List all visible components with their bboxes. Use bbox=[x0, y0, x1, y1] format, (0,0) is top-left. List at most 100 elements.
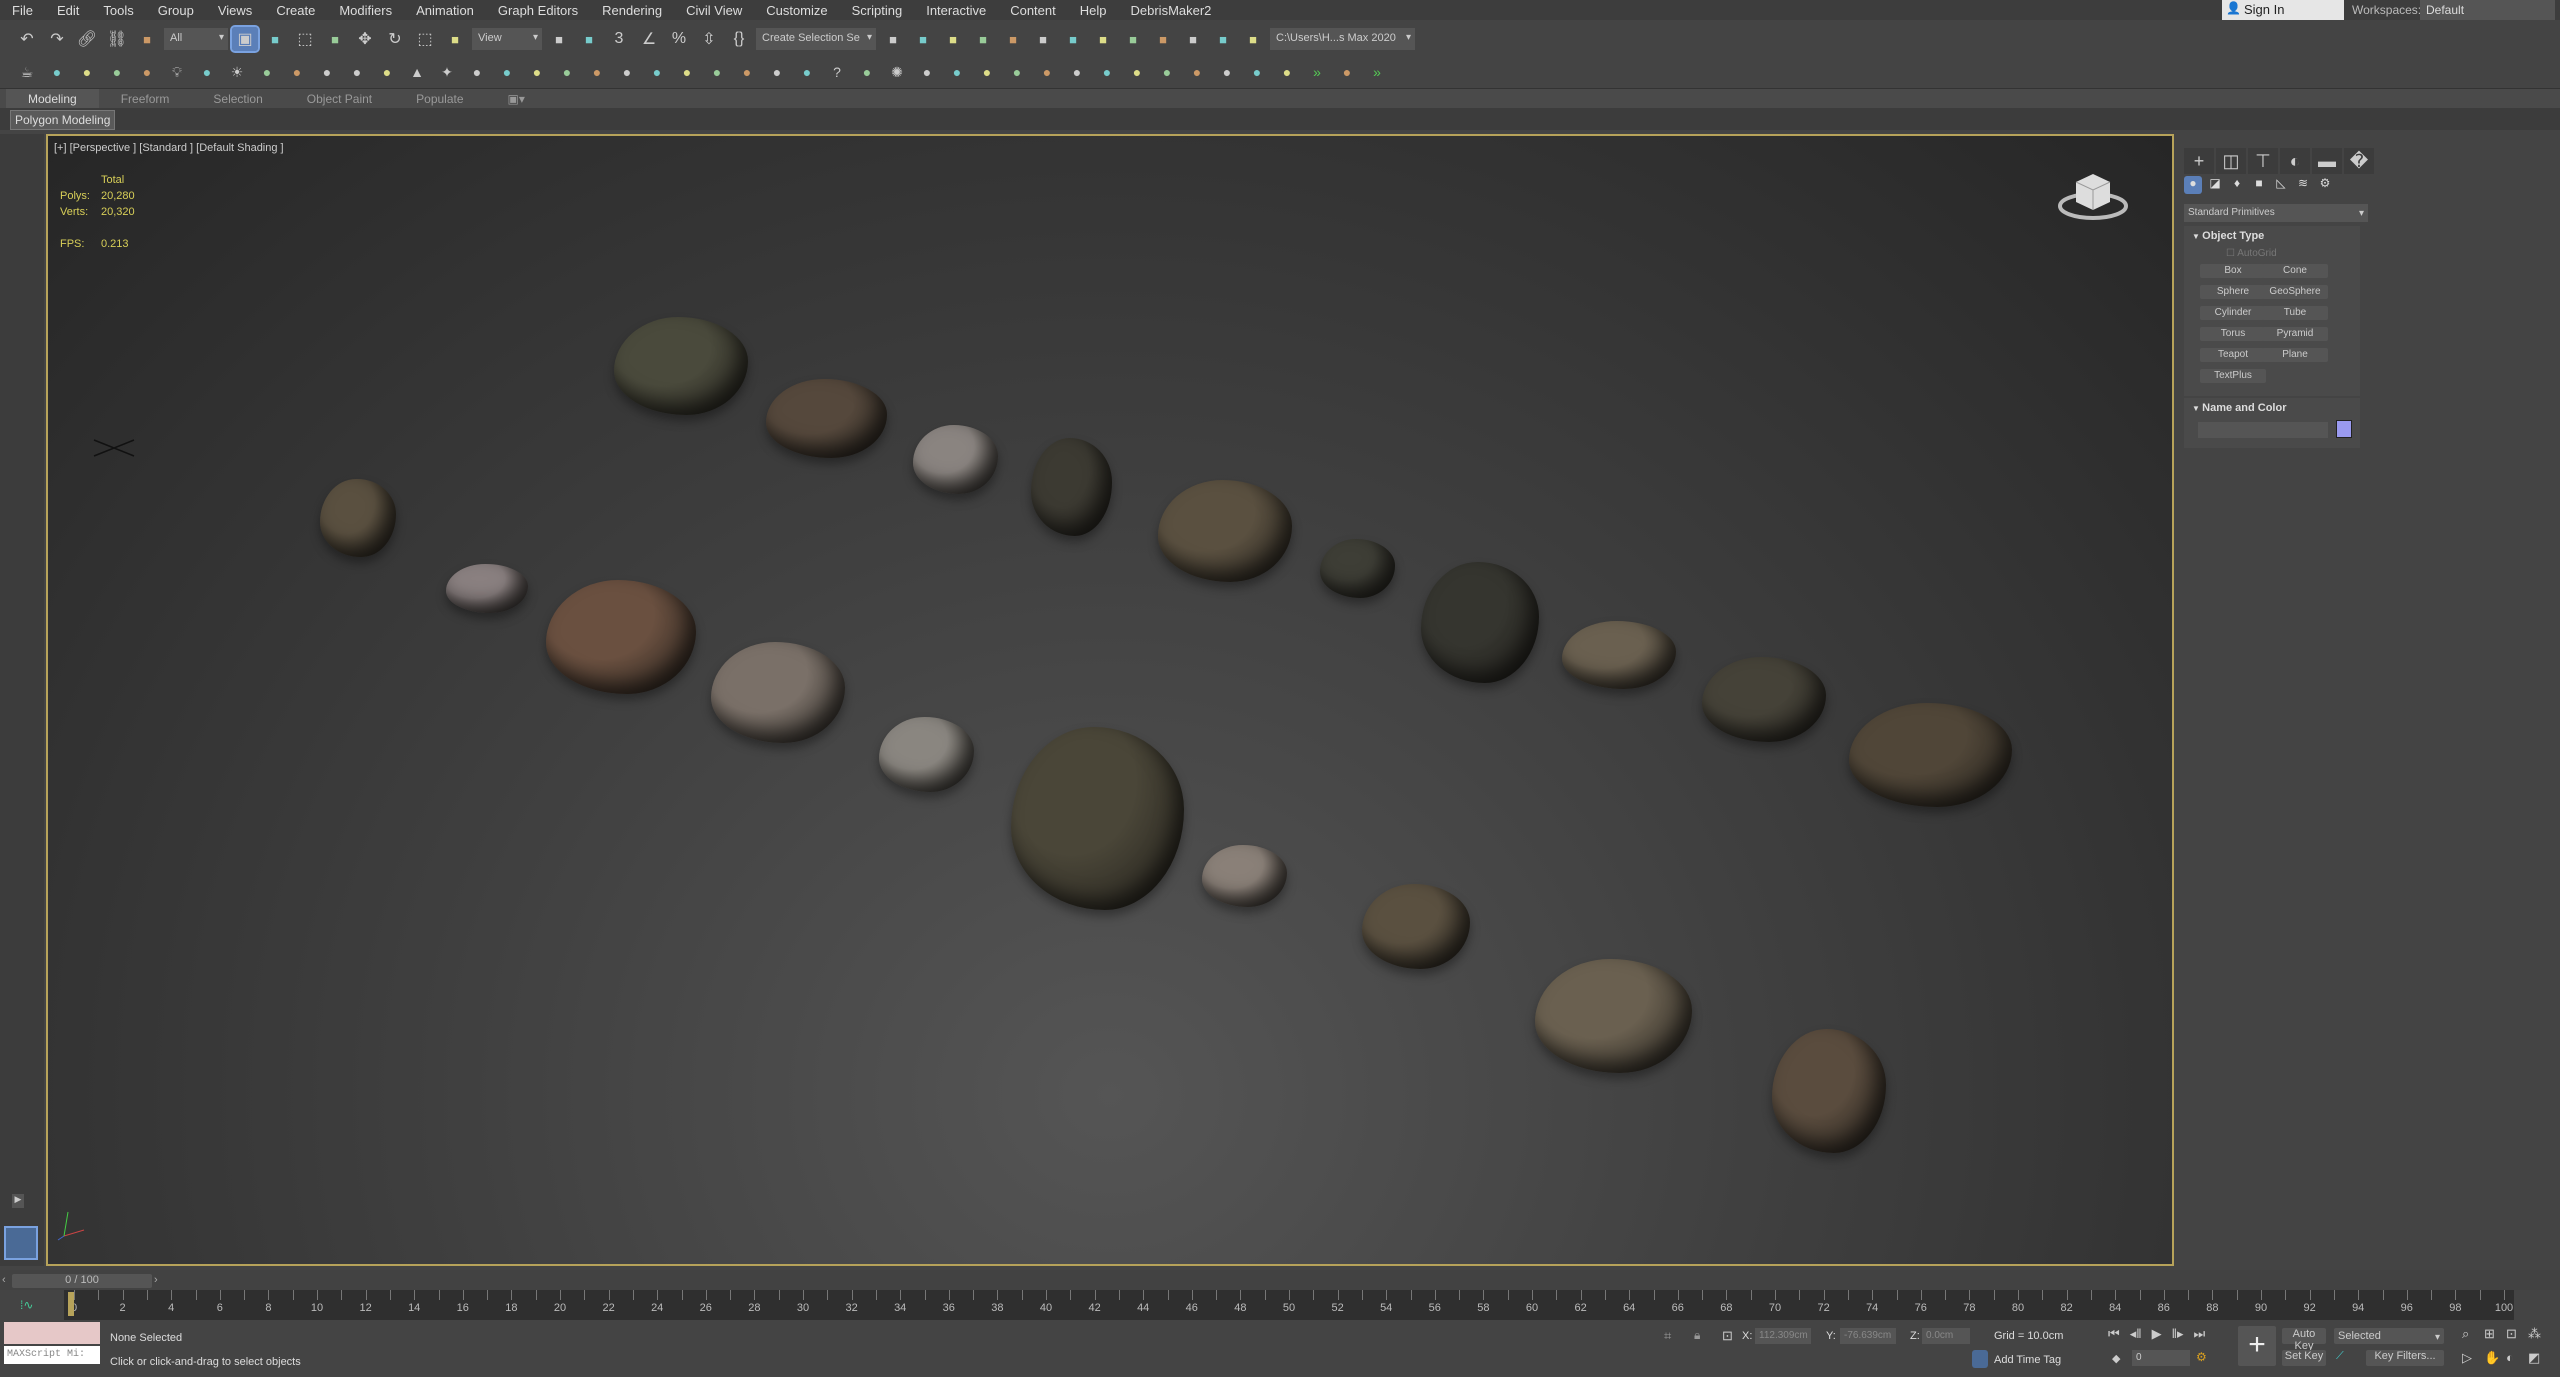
prev-frame-arrow-icon[interactable]: ‹ bbox=[2, 1274, 6, 1286]
rock-object[interactable] bbox=[320, 478, 396, 558]
pin-icon[interactable]: ● bbox=[1334, 60, 1360, 84]
egg-icon[interactable]: ● bbox=[314, 60, 340, 84]
viewport-label[interactable]: [+] [Perspective ] [Standard ] [Default … bbox=[54, 142, 284, 154]
hierarchy-tab-icon[interactable]: ⊤ bbox=[2248, 148, 2278, 174]
curve-editor-toggle-icon[interactable]: ⁞∿ bbox=[20, 1298, 33, 1312]
zoom-extents-all-icon[interactable]: ⁂ bbox=[2528, 1326, 2550, 1342]
menu-rendering[interactable]: Rendering bbox=[590, 3, 674, 18]
menu-create[interactable]: Create bbox=[264, 3, 327, 18]
pivot-icon[interactable]: ■ bbox=[546, 27, 572, 51]
key-selection-dropdown[interactable]: Selected bbox=[2334, 1328, 2444, 1344]
key-mode-toggle-icon[interactable]: ◆ bbox=[2112, 1352, 2120, 1365]
chevrons-icon[interactable]: » bbox=[1304, 60, 1330, 84]
schematic-icon[interactable]: ■ bbox=[1060, 27, 1086, 51]
keyboard-shortcut-icon[interactable]: ■ bbox=[576, 27, 602, 51]
rock-object[interactable] bbox=[1158, 480, 1293, 582]
ribbon-tab-modeling[interactable]: Modeling bbox=[6, 89, 99, 108]
box-icon[interactable]: ● bbox=[284, 60, 310, 84]
set-key-button[interactable]: Set Key bbox=[2282, 1350, 2326, 1366]
render-setup-icon[interactable]: ■ bbox=[1120, 27, 1146, 51]
selection-lock-icon[interactable]: 🔒︎ bbox=[1694, 1328, 1700, 1343]
x-coordinate-field[interactable]: 112.309cm bbox=[1755, 1328, 1811, 1344]
menu-customize[interactable]: Customize bbox=[754, 3, 839, 18]
material-editor-icon[interactable]: ■ bbox=[1090, 27, 1116, 51]
space-warps-icon[interactable]: ≋ bbox=[2294, 176, 2312, 194]
rotate-icon[interactable]: ↻ bbox=[382, 27, 408, 51]
menu-edit[interactable]: Edit bbox=[45, 3, 91, 18]
perspective-viewport[interactable]: [+] [Perspective ] [Standard ] [Default … bbox=[46, 134, 2174, 1266]
primitive-button-cone[interactable]: Cone bbox=[2262, 264, 2328, 278]
menu-animation[interactable]: Animation bbox=[404, 3, 486, 18]
cone-icon[interactable]: ▲ bbox=[404, 60, 430, 84]
window-icon[interactable]: ● bbox=[1244, 60, 1270, 84]
project-folder-dropdown[interactable]: C:\Users\H...s Max 2020 bbox=[1270, 28, 1415, 50]
go-to-start-icon[interactable]: ⏮ bbox=[2108, 1326, 2120, 1342]
ribbon-icon[interactable]: ■ bbox=[1000, 27, 1026, 51]
rendered-frame-icon[interactable]: ■ bbox=[1150, 27, 1176, 51]
primitive-button-plane[interactable]: Plane bbox=[2262, 348, 2328, 362]
link-icon[interactable]: 🔗︎ bbox=[74, 27, 100, 51]
undo-icon[interactable]: ↶ bbox=[14, 27, 40, 51]
rock-object[interactable] bbox=[710, 642, 845, 744]
maxscript-listener-pink[interactable] bbox=[4, 1322, 100, 1344]
drop-icon[interactable]: ● bbox=[704, 60, 730, 84]
mirror-icon[interactable]: ■ bbox=[880, 27, 906, 51]
ball-icon[interactable]: ● bbox=[464, 60, 490, 84]
motion-tab-icon[interactable]: ◐ bbox=[2280, 148, 2310, 174]
isolate-selection-icon[interactable]: ⌗ bbox=[1664, 1328, 1671, 1344]
redo-icon[interactable]: ↷ bbox=[44, 27, 70, 51]
rock-object[interactable] bbox=[1421, 562, 1539, 683]
helpers-icon[interactable]: ◺ bbox=[2272, 176, 2290, 194]
rock-object[interactable] bbox=[1202, 844, 1288, 907]
cameras-icon[interactable]: ■ bbox=[2250, 176, 2268, 194]
prev-key-icon[interactable]: ◂‖ bbox=[2130, 1326, 2142, 1342]
rock-object[interactable] bbox=[1011, 727, 1185, 910]
menu-civil-view[interactable]: Civil View bbox=[674, 3, 754, 18]
modify-tab-icon[interactable]: ◫ bbox=[2216, 148, 2246, 174]
time-configuration-icon[interactable]: ⚙ bbox=[2196, 1350, 2207, 1364]
primitive-button-teapot[interactable]: Teapot bbox=[2200, 348, 2266, 362]
unlink-icon[interactable]: ⛓ bbox=[104, 27, 130, 51]
timeline-track[interactable]: 0 2 4 6 8 10 12 14 16 18 20 22 24 26 28 30 32 34 36 38 40 42 4… bbox=[64, 1290, 2514, 1320]
rock-object[interactable] bbox=[1362, 883, 1471, 969]
menu-graph-editors[interactable]: Graph Editors bbox=[486, 3, 590, 18]
primitive-button-box[interactable]: Box bbox=[2200, 264, 2266, 278]
select-object-icon[interactable]: ▣ bbox=[230, 25, 260, 53]
current-frame-field[interactable]: 0 bbox=[2132, 1350, 2190, 1366]
y-coordinate-field[interactable]: -76.639cm bbox=[1840, 1328, 1896, 1344]
pine-icon[interactable]: ● bbox=[1004, 60, 1030, 84]
move-icon[interactable]: ✥ bbox=[352, 27, 378, 51]
tower-icon[interactable]: ● bbox=[554, 60, 580, 84]
primitive-button-torus[interactable]: Torus bbox=[2200, 327, 2266, 341]
maximize-viewport-icon[interactable]: ◩ bbox=[2528, 1350, 2550, 1366]
expand-arrow-icon[interactable]: ▶ bbox=[12, 1194, 24, 1208]
atom-icon[interactable]: ● bbox=[524, 60, 550, 84]
camera-plus-icon[interactable]: ● bbox=[914, 60, 940, 84]
camera-icon[interactable]: ● bbox=[194, 60, 220, 84]
object-name-input[interactable] bbox=[2198, 422, 2328, 438]
object-type-rollout-header[interactable]: ▼ Object Type bbox=[2192, 230, 2264, 242]
cam2-icon[interactable]: ● bbox=[1214, 60, 1240, 84]
grass-icon[interactable]: ● bbox=[614, 60, 640, 84]
shapes-icon[interactable]: ◪ bbox=[2206, 176, 2224, 194]
menu-modifiers[interactable]: Modifiers bbox=[327, 3, 404, 18]
ribbon-tab-populate[interactable]: Populate bbox=[394, 89, 485, 108]
rect-region-icon[interactable]: ⬚ bbox=[292, 27, 318, 51]
lights-icon[interactable]: ♦ bbox=[2228, 176, 2246, 194]
rock-object[interactable] bbox=[1535, 958, 1693, 1074]
object-color-swatch[interactable] bbox=[2336, 420, 2352, 438]
systems-icon[interactable]: ⚙ bbox=[2316, 176, 2334, 194]
snowflake-icon[interactable]: ● bbox=[584, 60, 610, 84]
bind-space-warp-icon[interactable]: ■ bbox=[134, 27, 160, 51]
chevrons2-icon[interactable]: » bbox=[1364, 60, 1390, 84]
play-icon[interactable]: ▶ bbox=[2152, 1326, 2162, 1342]
menu-debrismaker2[interactable]: DebrisMaker2 bbox=[1119, 3, 1224, 18]
bulb-icon[interactable]: ● bbox=[854, 60, 880, 84]
current-frame-marker[interactable] bbox=[68, 1292, 74, 1316]
align-icon[interactable]: ■ bbox=[910, 27, 936, 51]
sphere-icon[interactable]: ● bbox=[344, 60, 370, 84]
create-tab-icon[interactable]: + bbox=[2184, 148, 2214, 174]
rock-object[interactable] bbox=[1030, 438, 1113, 536]
next-key-icon[interactable]: ‖▸ bbox=[2172, 1326, 2184, 1342]
primitive-button-pyramid[interactable]: Pyramid bbox=[2262, 327, 2328, 341]
